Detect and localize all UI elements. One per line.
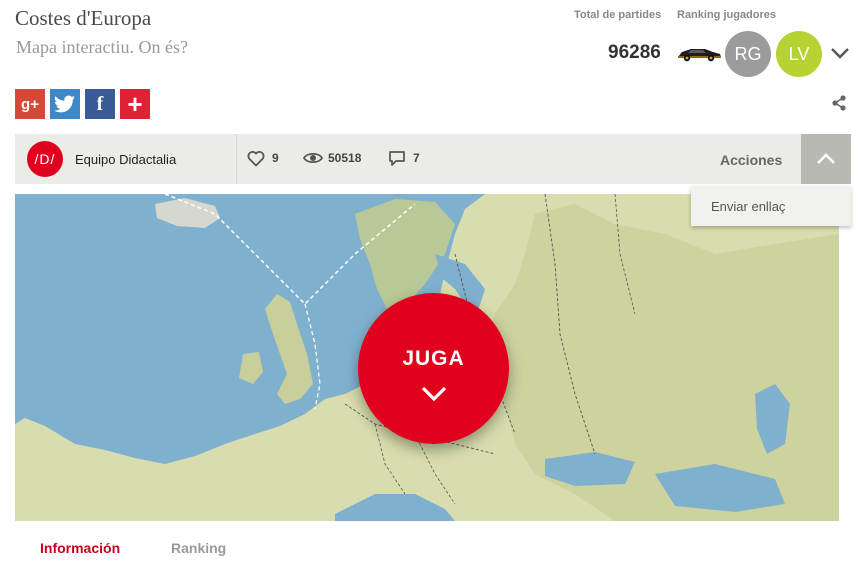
author-logo: /D/ xyxy=(27,141,63,177)
ranking-players-label: Ranking jugadores xyxy=(677,9,777,21)
actions-label[interactable]: Acciones xyxy=(720,152,782,168)
more-share-button[interactable]: + xyxy=(120,89,150,119)
eye-icon xyxy=(303,152,323,164)
play-button[interactable]: JUGA xyxy=(358,293,509,444)
twitter-share-button[interactable] xyxy=(50,89,80,119)
comment-icon[interactable] xyxy=(388,150,406,167)
author-block[interactable]: /D/ Equipo Didactalia xyxy=(15,134,237,184)
page-subtitle: Mapa interactiu. On és? xyxy=(16,37,188,57)
comments-count: 7 xyxy=(413,151,420,165)
total-games-label: Total de partides xyxy=(574,9,662,21)
twitter-bird-icon xyxy=(54,95,75,113)
player-avatar-rg[interactable]: RG xyxy=(725,31,771,77)
total-games-value: 96286 xyxy=(608,42,661,63)
tab-information[interactable]: Información xyxy=(40,540,120,556)
share-icon[interactable] xyxy=(830,94,848,112)
views-count: 50518 xyxy=(328,151,362,165)
tab-ranking[interactable]: Ranking xyxy=(171,540,226,556)
chevron-down-icon xyxy=(421,386,447,402)
google-plus-share-button[interactable]: g+ xyxy=(15,89,45,119)
actions-dropdown: Enviar enllaç xyxy=(691,186,851,226)
heart-icon[interactable] xyxy=(247,150,265,167)
player-avatar-lv[interactable]: LV xyxy=(776,31,822,77)
facebook-share-button[interactable]: f xyxy=(85,89,115,119)
author-name[interactable]: Equipo Didactalia xyxy=(75,152,176,167)
play-label: JUGA xyxy=(402,347,465,370)
chevron-up-icon xyxy=(817,153,835,164)
car-icon[interactable] xyxy=(675,43,723,63)
actions-toggle-button[interactable] xyxy=(801,134,851,184)
chevron-down-icon[interactable] xyxy=(829,44,851,62)
page-title: Costes d'Europa xyxy=(15,6,152,30)
resource-info-bar: /D/ Equipo Didactalia 9 50518 7 Acciones xyxy=(15,134,851,184)
likes-count: 9 xyxy=(272,151,279,165)
send-link-menu-item[interactable]: Enviar enllaç xyxy=(711,199,785,214)
